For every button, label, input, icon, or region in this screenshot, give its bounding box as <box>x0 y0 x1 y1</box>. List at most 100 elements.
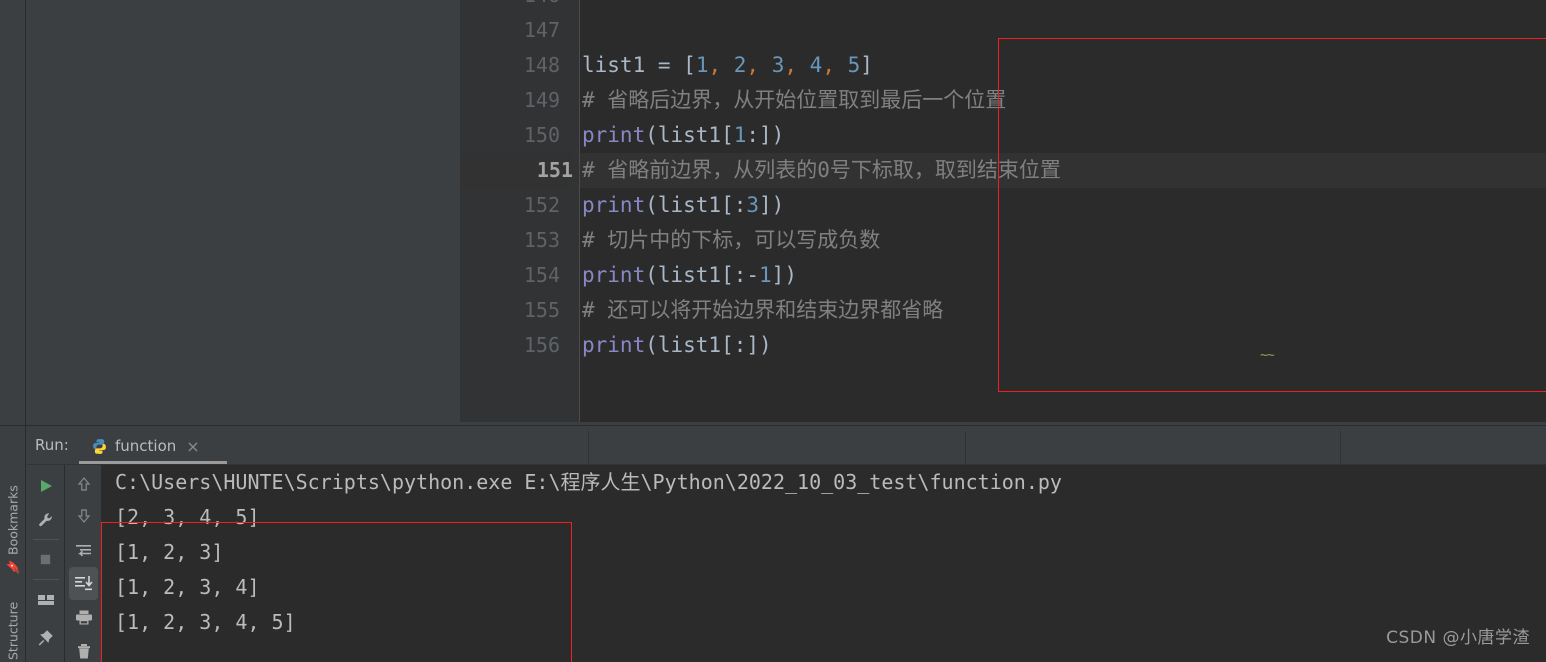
toolbar-divider <box>33 579 59 580</box>
print-button[interactable] <box>66 601 101 634</box>
line-number-gutter: 146 147 148 149 150 151 152 153 154 155 156 <box>460 0 573 422</box>
code-token: # 省略前边界，从列表的0号下标取，取到结束位置 <box>582 158 1061 182</box>
code-line[interactable]: print(list1[1:]) <box>580 118 1546 153</box>
layout-button[interactable] <box>27 583 64 616</box>
run-label: Run: <box>35 436 69 454</box>
stop-button[interactable] <box>27 543 64 576</box>
arrow-up-icon <box>77 476 90 491</box>
code-token: , <box>822 53 848 77</box>
left-tool-strip-top <box>0 0 26 425</box>
close-icon[interactable]: × <box>186 437 199 456</box>
line-number: 153 <box>523 228 560 252</box>
header-separator <box>588 431 589 465</box>
clear-all-button[interactable] <box>66 635 101 662</box>
code-token: , <box>784 53 810 77</box>
python-icon <box>93 438 106 454</box>
code-token: # 省略后边界，从开始位置取到最后一个位置 <box>582 88 1007 112</box>
scroll-down-button[interactable] <box>66 499 101 532</box>
code-token: 1 <box>733 123 747 147</box>
project-panel[interactable] <box>27 0 460 425</box>
header-separator <box>1340 431 1341 465</box>
run-tab-label: function <box>115 437 177 455</box>
watermark: CSDN @小唐学渣 <box>1386 628 1530 648</box>
pin-icon <box>38 630 53 646</box>
line-number: 155 <box>523 298 560 322</box>
console-line: [2, 3, 4, 5] <box>115 505 260 529</box>
code-token: (list1[: <box>645 193 747 217</box>
code-line[interactable] <box>580 0 1546 13</box>
pin-button[interactable] <box>27 621 64 654</box>
scroll-end-icon <box>75 576 93 591</box>
run-button[interactable] <box>27 469 64 502</box>
code-line[interactable]: # 切片中的下标，可以写成负数 <box>580 223 1546 258</box>
code-token: ]) <box>771 263 797 287</box>
code-line[interactable]: print(list1[:3]) <box>580 188 1546 223</box>
code-token: ]) <box>759 193 785 217</box>
code-token: :]) <box>746 123 785 147</box>
line-number: 152 <box>523 193 560 217</box>
line-number: 154 <box>523 263 560 287</box>
code-fold-column[interactable] <box>573 0 580 422</box>
soft-wrap-button[interactable] <box>66 533 101 566</box>
code-token: print <box>582 123 646 147</box>
sidebar-item-label: Structure <box>5 601 21 660</box>
code-line[interactable]: print(list1[:-1]) <box>580 258 1546 293</box>
code-token: # 还可以将开始边界和结束边界都省略 <box>582 298 944 322</box>
printer-icon <box>75 610 92 625</box>
code-line[interactable] <box>580 13 1546 48</box>
code-line[interactable]: # 还可以将开始边界和结束边界都省略 <box>580 293 1546 328</box>
code-editor[interactable]: 146147148149150151152153154155156 list1 … <box>460 0 1546 422</box>
toolbar-divider <box>33 539 59 540</box>
trash-icon <box>77 644 90 659</box>
run-toolbar-secondary <box>66 465 101 662</box>
layout-icon <box>37 594 54 605</box>
code-token: , <box>708 53 734 77</box>
line-number: 156 <box>523 333 560 357</box>
sidebar-item-structure[interactable]: ▦ Structure <box>0 578 26 662</box>
arrow-down-icon <box>77 508 90 523</box>
code-line[interactable]: # 省略后边界，从开始位置取到最后一个位置 <box>580 83 1546 118</box>
tool-window-bar: 🔖 Bookmarks ▦ Structure <box>0 426 26 662</box>
header-separator <box>965 431 966 465</box>
scroll-up-button[interactable] <box>66 467 101 500</box>
code-token: 2 <box>733 53 747 77</box>
code-token: print <box>582 193 646 217</box>
settings-button[interactable] <box>27 503 64 536</box>
wrap-icon <box>75 544 91 556</box>
line-number: 150 <box>523 123 560 147</box>
code-content[interactable]: list1 = [1, 2, 3, 4, 5] # 省略后边界，从开始位置取到最后… <box>580 0 1546 422</box>
code-token: 4 <box>809 53 823 77</box>
scroll-to-end-button[interactable] <box>69 567 98 600</box>
code-token: , <box>746 53 772 77</box>
code-token: 3 <box>771 53 785 77</box>
code-token: 1 <box>759 263 772 287</box>
run-toolbar-primary <box>27 465 65 662</box>
run-tool-window: 🔖 Bookmarks ▦ Structure Run: function × <box>0 425 1546 662</box>
code-token: [ <box>683 53 696 77</box>
run-tab-function[interactable]: function × <box>85 431 206 461</box>
line-number: 149 <box>523 88 560 112</box>
sidebar-item-bookmarks[interactable]: 🔖 Bookmarks <box>0 464 26 575</box>
code-token: = <box>657 53 684 77</box>
editor-area: 146147148149150151152153154155156 list1 … <box>0 0 1546 425</box>
code-line[interactable]: # 省略前边界，从列表的0号下标取，取到结束位置 <box>580 153 1546 188</box>
stop-icon <box>40 554 51 565</box>
console-line: [1, 2, 3, 4, 5] <box>115 610 296 634</box>
code-line[interactable]: list1 = [1, 2, 3, 4, 5] <box>580 48 1546 83</box>
error-squiggle: ∼∼ <box>1260 348 1275 363</box>
console-line: [1, 2, 3] <box>115 540 224 564</box>
run-header: Run: function × <box>27 426 1546 465</box>
line-number: 148 <box>523 53 560 77</box>
sidebar-item-label: Bookmarks <box>5 485 21 556</box>
code-token: print <box>582 333 646 357</box>
code-token: 3 <box>746 193 760 217</box>
code-line[interactable]: print(list1[:]) <box>580 328 1546 363</box>
code-token: ] <box>860 53 873 77</box>
console-output[interactable]: C:\Users\HUNTE\Scripts\python.exe E:\程序人… <box>101 465 1546 662</box>
line-number: 147 <box>523 18 560 42</box>
code-token: (list1[:]) <box>645 333 772 357</box>
line-number: 146 <box>460 0 560 13</box>
code-token: print <box>582 263 646 287</box>
play-icon <box>40 479 52 492</box>
console-line: [1, 2, 3, 4] <box>115 575 260 599</box>
